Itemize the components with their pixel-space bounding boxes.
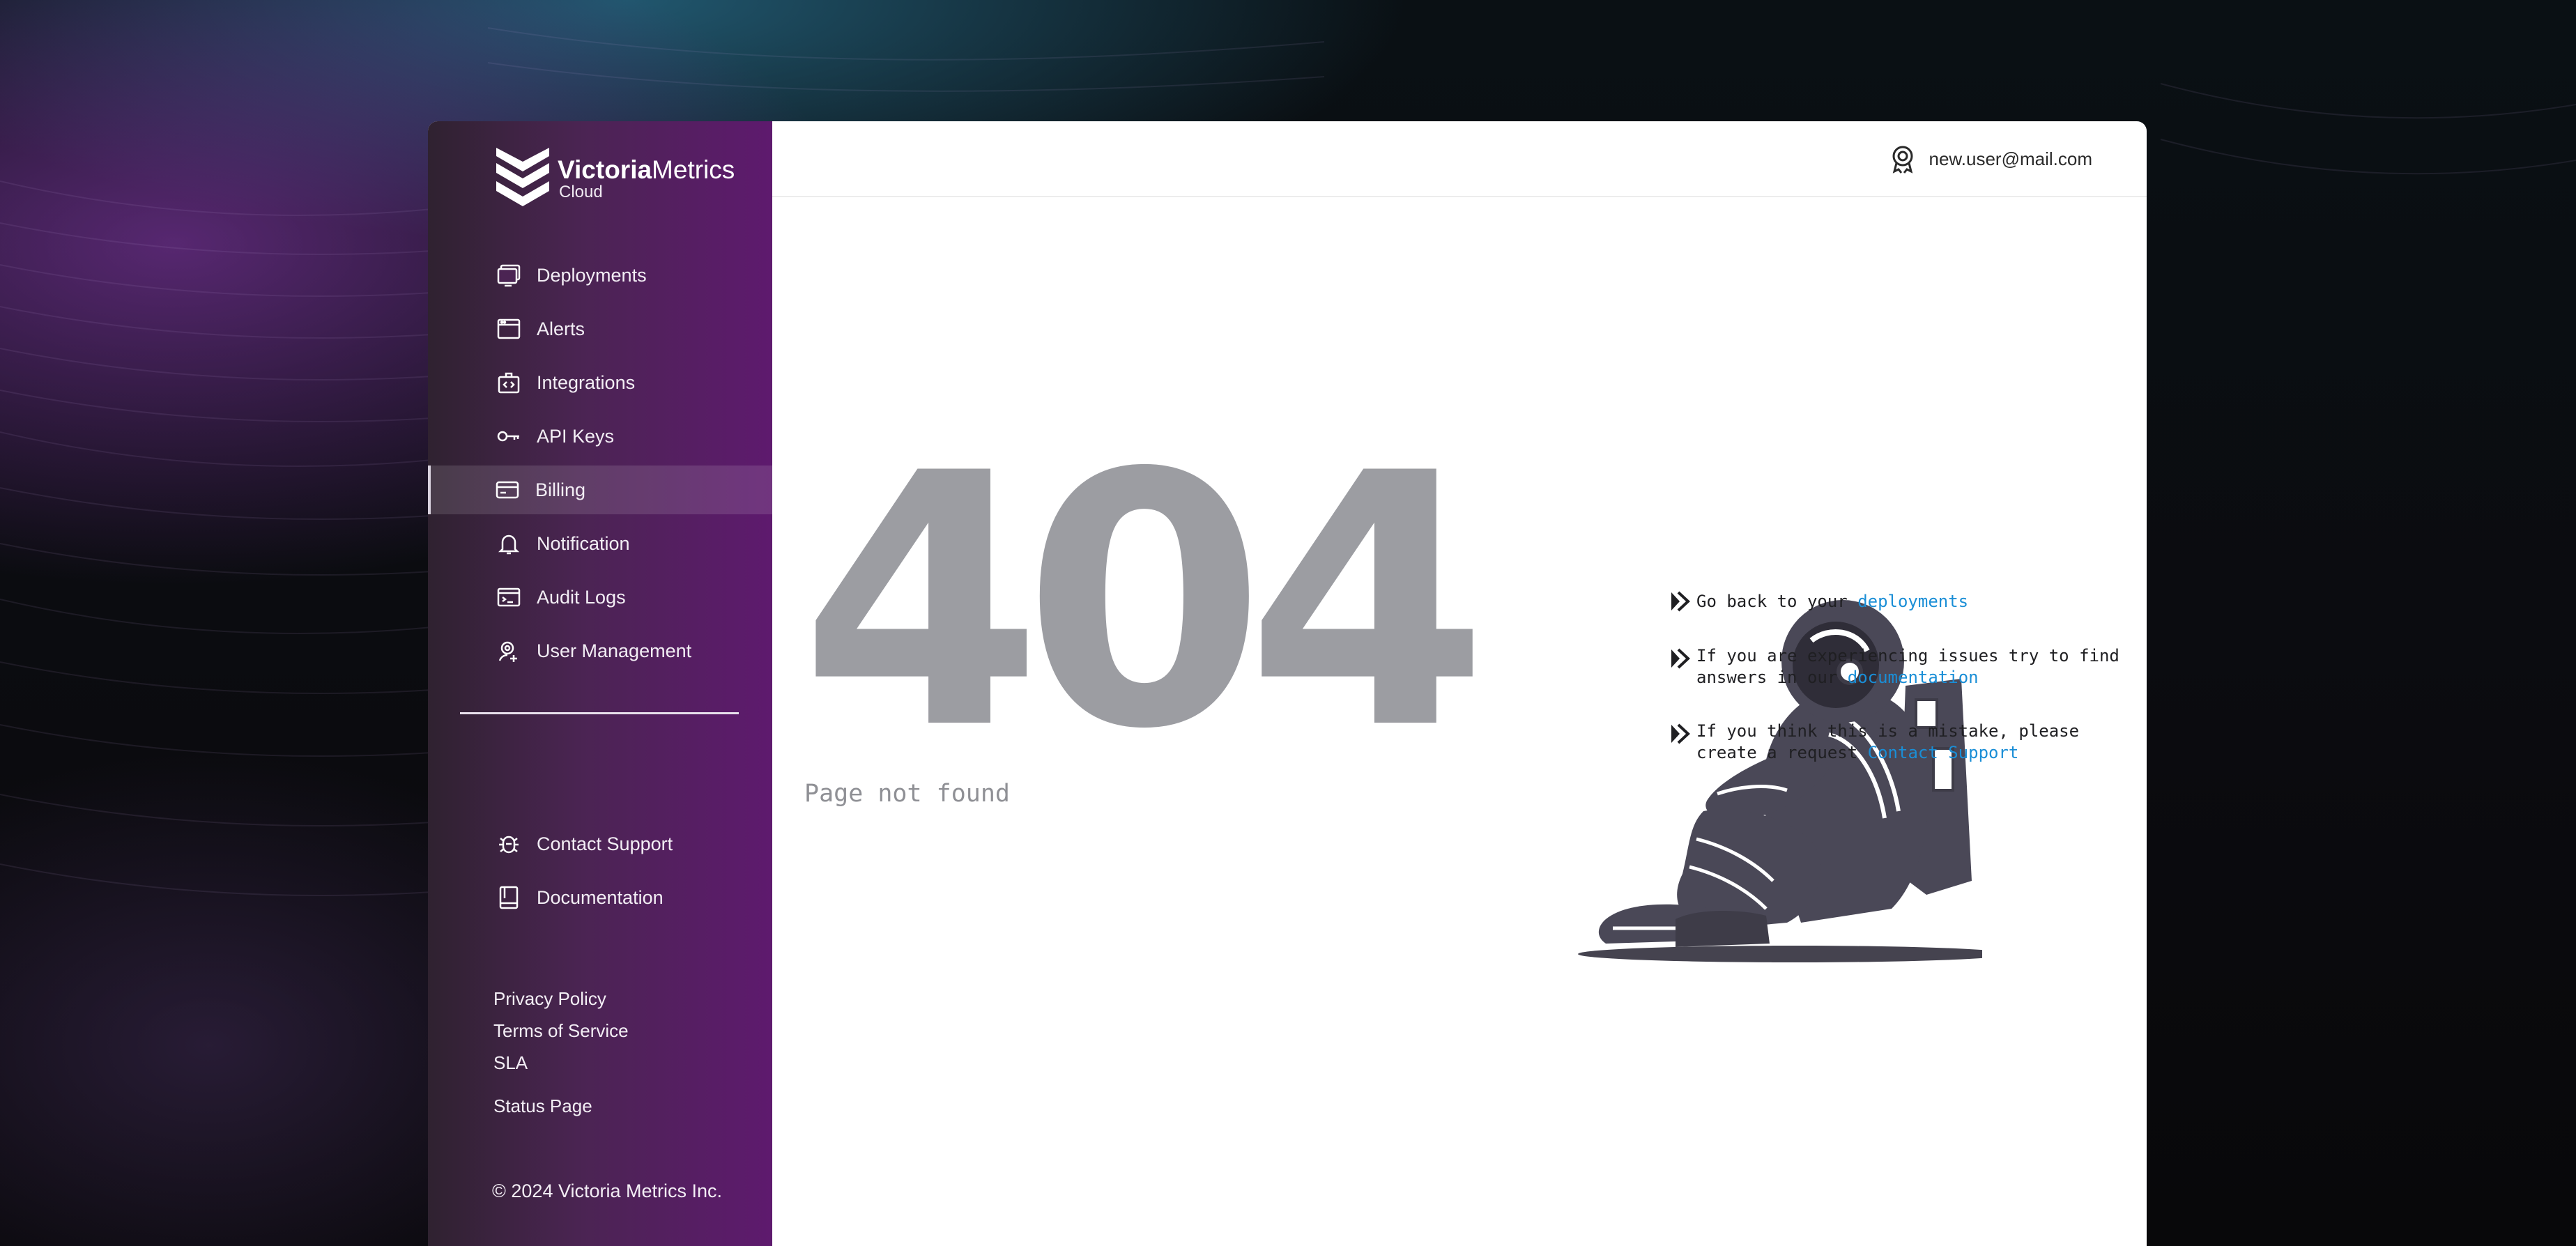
sidebar: VictoriaMetrics Cloud Deployments Alerts <box>428 121 772 1246</box>
key-icon <box>495 422 523 450</box>
credit-card-icon <box>493 476 521 504</box>
user-email: new.user@mail.com <box>1929 148 2092 169</box>
double-chevron-right-icon <box>1671 591 1690 612</box>
sidebar-item-alerts[interactable]: Alerts <box>428 305 772 353</box>
sidebar-item-audit-logs[interactable]: Audit Logs <box>428 573 772 622</box>
sidebar-item-label: Audit Logs <box>537 586 626 608</box>
bell-icon <box>495 530 523 557</box>
help-item: If you think this is a mistake, please c… <box>1669 721 2147 764</box>
sidebar-item-api-keys[interactable]: API Keys <box>428 412 772 461</box>
sidebar-item-label: Contact Support <box>537 833 673 854</box>
user-add-icon <box>495 637 523 665</box>
bug-icon <box>495 830 523 858</box>
alert-window-icon <box>495 315 523 343</box>
user-menu[interactable]: new.user@mail.com <box>1887 144 2092 174</box>
help-item: Go back to your deployments <box>1669 591 2147 613</box>
sidebar-item-notification[interactable]: Notification <box>428 519 772 568</box>
sidebar-item-label: Notification <box>537 532 630 554</box>
sidebar-item-label: Integrations <box>537 371 636 393</box>
sidebar-footer-links: Privacy Policy Terms of Service SLA Stat… <box>493 983 629 1122</box>
sidebar-item-label: API Keys <box>537 425 615 447</box>
sidebar-item-integrations[interactable]: Integrations <box>428 358 772 407</box>
sidebar-item-label: Deployments <box>537 264 647 286</box>
sidebar-item-documentation[interactable]: Documentation <box>428 873 772 922</box>
double-chevron-right-icon <box>1671 648 1690 669</box>
sidebar-item-label: Alerts <box>537 318 585 339</box>
terms-of-service-link[interactable]: Terms of Service <box>493 1015 629 1047</box>
sidebar-item-billing[interactable]: Billing <box>428 466 772 514</box>
app-window: VictoriaMetrics Cloud Deployments Alerts <box>428 121 2147 1246</box>
monitor-icon <box>495 261 523 289</box>
sidebar-item-label: Documentation <box>537 886 664 908</box>
sidebar-item-deployments[interactable]: Deployments <box>428 251 772 300</box>
top-bar: new.user@mail.com <box>772 121 2147 197</box>
status-page-link[interactable]: Status Page <box>493 1090 629 1122</box>
copyright: © 2024 Victoria Metrics Inc. <box>492 1180 723 1201</box>
logo[interactable]: VictoriaMetrics Cloud <box>493 142 735 209</box>
sidebar-item-label: Billing <box>535 479 586 500</box>
double-chevron-right-icon <box>1671 723 1690 744</box>
contact-support-link[interactable]: Contact Support <box>1868 743 2019 762</box>
main-nav: Deployments Alerts Integrations API Keys <box>428 251 772 680</box>
deployments-link[interactable]: deployments <box>1857 592 1968 611</box>
sidebar-item-label: User Management <box>537 640 692 661</box>
secondary-nav: Contact Support Documentation <box>428 820 772 927</box>
user-badge-icon <box>1892 146 1913 174</box>
sla-link[interactable]: SLA <box>493 1047 629 1079</box>
sidebar-item-contact-support[interactable]: Contact Support <box>428 820 772 868</box>
brand-sub: Cloud <box>559 183 603 201</box>
integrations-icon <box>495 369 523 397</box>
terminal-icon <box>495 583 523 611</box>
victoriametrics-logo-icon <box>496 148 549 206</box>
privacy-policy-link[interactable]: Privacy Policy <box>493 983 629 1015</box>
help-item: If you are experiencing issues try to fi… <box>1669 645 2147 689</box>
documentation-link[interactable]: documentation <box>1848 668 1979 687</box>
book-icon <box>495 884 523 912</box>
brand-name: VictoriaMetrics <box>558 155 735 184</box>
sidebar-divider <box>460 712 739 714</box>
help-list: Go back to your deployments If you are e… <box>1669 591 2147 796</box>
page-not-found-text: Page not found <box>804 780 1011 808</box>
sidebar-item-user-management[interactable]: User Management <box>428 626 772 675</box>
help-text: Go back to your <box>1696 592 1858 611</box>
